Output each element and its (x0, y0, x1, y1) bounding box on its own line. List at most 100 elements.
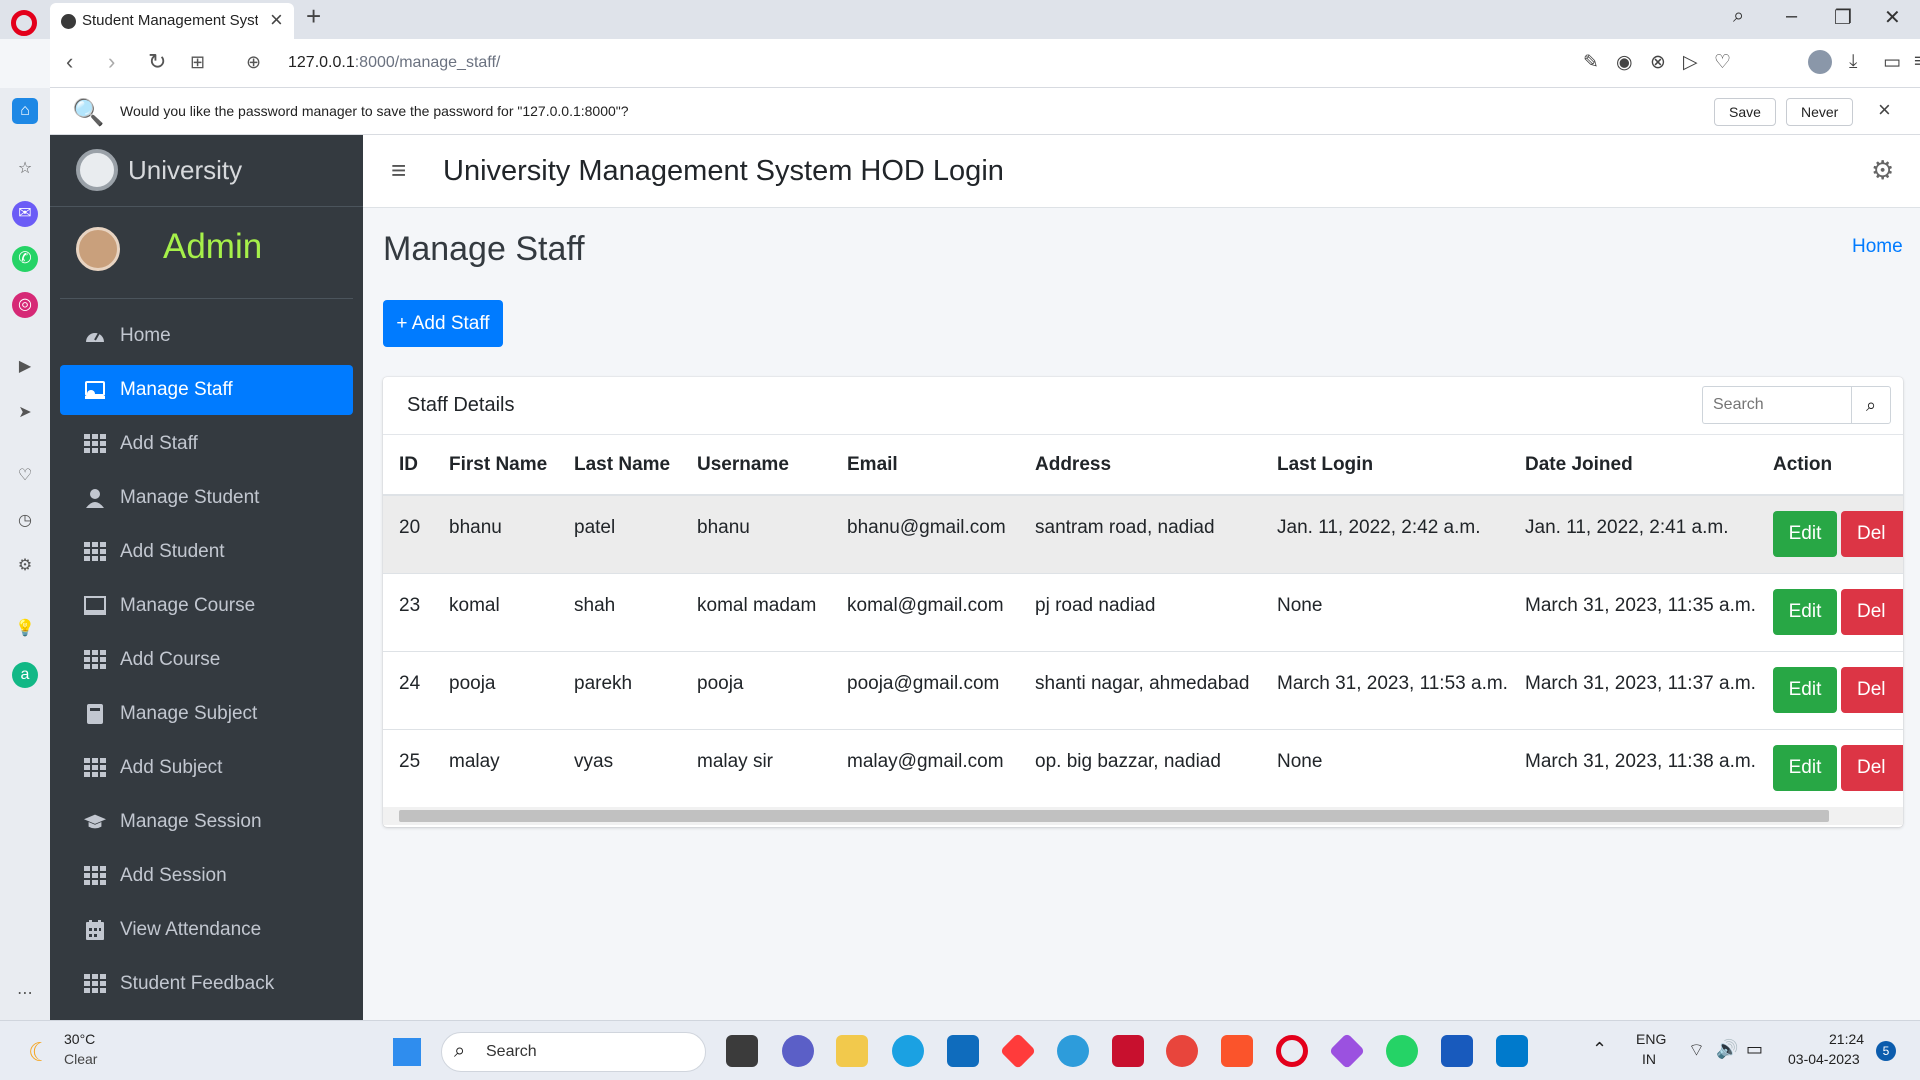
snapshot-edit-icon[interactable]: ✎ (1583, 51, 1599, 74)
delete-button[interactable]: Del (1841, 588, 1903, 635)
back-icon[interactable]: ‹ (66, 49, 73, 75)
chevron-up-icon[interactable]: ⌃ (1592, 1039, 1607, 1060)
sidebar-item-manage-session[interactable]: Manage Session (60, 797, 353, 847)
more-icon[interactable]: ⋯ (12, 981, 38, 1007)
clock-time[interactable]: 21:24 (1829, 1031, 1864, 1047)
settings-icon[interactable]: ⚙ (12, 553, 38, 579)
battery-saver-icon[interactable]: ▭ (1883, 51, 1901, 74)
chrome-icon[interactable] (1166, 1035, 1198, 1067)
sidebar-item-add-student[interactable]: Add Student (60, 527, 353, 577)
search-icon[interactable]: ⌕ (1851, 386, 1891, 424)
close-bar-icon[interactable]: × (1878, 97, 1891, 123)
camera-icon[interactable]: ◉ (1616, 51, 1633, 74)
bookmarks-heart-icon[interactable]: ♡ (12, 463, 38, 489)
tab-close-icon[interactable]: × (270, 7, 283, 33)
windows-start-icon[interactable] (393, 1038, 421, 1066)
heart-icon[interactable]: ♡ (1714, 51, 1731, 74)
task-view-icon[interactable] (726, 1035, 758, 1067)
scrollbar-thumb[interactable] (399, 810, 1829, 822)
send-icon[interactable]: ▷ (1683, 51, 1698, 74)
weather-moon-icon[interactable]: ☾ (28, 1037, 51, 1068)
minimize-icon[interactable]: – (1786, 5, 1797, 28)
delete-button[interactable]: Del (1841, 744, 1903, 791)
browser-tab[interactable]: Student Management Syste × (50, 3, 294, 39)
easy-setup-icon[interactable]: ≡ (1914, 51, 1920, 73)
player-icon[interactable]: ▶ (12, 354, 38, 380)
sidebar-item-student-feedback[interactable]: Student Feedback (60, 959, 353, 1009)
hamburger-menu-icon[interactable]: ≡ (391, 155, 406, 186)
word-icon[interactable] (1441, 1035, 1473, 1067)
url-field[interactable]: 127.0.0.1:8000/manage_staff/ (288, 54, 500, 72)
vscode-icon[interactable] (1496, 1035, 1528, 1067)
opera-taskbar-icon[interactable] (1276, 1035, 1308, 1067)
save-password-button[interactable]: Save (1714, 98, 1776, 126)
gear-icon[interactable]: ⚙ (1871, 155, 1894, 186)
python-icon[interactable] (1057, 1035, 1089, 1067)
close-window-icon[interactable]: ✕ (1884, 5, 1901, 30)
sidebar-item-manage-student[interactable]: Manage Student (60, 473, 353, 523)
adblock-icon[interactable]: ⊗ (1650, 51, 1666, 74)
sidebar-item-add-subject[interactable]: Add Subject (60, 743, 353, 793)
profile-icon[interactable] (1808, 50, 1832, 74)
add-staff-button[interactable]: + Add Staff (383, 300, 503, 347)
whatsapp-taskbar-icon[interactable] (1386, 1035, 1418, 1067)
sidebar-item-home[interactable]: Home (60, 311, 353, 361)
wifi-icon[interactable]: ⌔ (1688, 1039, 1705, 1062)
edge-icon[interactable] (892, 1035, 924, 1067)
tabs-grid-icon[interactable]: ⊞ (190, 52, 205, 73)
new-tab-icon[interactable]: + (306, 1, 321, 32)
app-diamond-icon[interactable] (999, 1032, 1037, 1070)
volume-icon[interactable]: 🔊 (1716, 1039, 1738, 1060)
forward-icon[interactable]: › (108, 49, 115, 75)
teams-chat-icon[interactable] (782, 1035, 814, 1067)
brand-link[interactable]: University (50, 135, 363, 207)
sidebar-item-add-course[interactable]: Add Course (60, 635, 353, 685)
taskbar-search[interactable]: ⌕ Search (441, 1032, 706, 1072)
sidebar-item-add-session[interactable]: Add Session (60, 851, 353, 901)
aria-icon[interactable]: a (12, 662, 38, 688)
language-indicator[interactable]: ENG (1636, 1031, 1666, 1047)
clock-date[interactable]: 03-04-2023 (1788, 1051, 1860, 1067)
tips-bulb-icon[interactable]: 💡 (12, 616, 38, 642)
sidebar-item-manage-staff[interactable]: Manage Staff (60, 365, 353, 415)
user-name[interactable]: Admin (163, 227, 262, 267)
restore-icon[interactable]: ❐ (1834, 5, 1852, 30)
speed-dial-star-icon[interactable]: ☆ (12, 156, 38, 182)
edit-button[interactable]: Edit (1773, 744, 1837, 791)
brave-icon[interactable] (1221, 1035, 1253, 1067)
mcafee-icon[interactable] (1112, 1035, 1144, 1067)
opera-logo-icon[interactable] (11, 10, 37, 36)
search-input[interactable] (1702, 386, 1851, 424)
delete-button[interactable]: Del (1841, 666, 1903, 713)
weather-temperature[interactable]: 30°C (64, 1031, 95, 1047)
reload-icon[interactable]: ↻ (148, 49, 166, 75)
home-icon[interactable]: ⌂ (12, 98, 38, 124)
history-icon[interactable]: ◷ (12, 508, 38, 534)
app-gem-icon[interactable] (1328, 1032, 1366, 1070)
never-save-button[interactable]: Never (1786, 98, 1854, 126)
weather-description[interactable]: Clear (64, 1051, 97, 1067)
file-explorer-icon[interactable] (836, 1035, 868, 1067)
region-indicator[interactable]: IN (1642, 1051, 1656, 1067)
breadcrumb-home-link[interactable]: Home (1852, 236, 1903, 258)
messenger-icon[interactable]: ✉ (12, 201, 38, 227)
whatsapp-icon[interactable]: ✆ (12, 246, 38, 272)
instagram-icon[interactable]: ◎ (12, 292, 38, 318)
delete-button[interactable]: Del (1841, 511, 1903, 557)
microsoft-store-icon[interactable] (947, 1035, 979, 1067)
search-tabs-icon[interactable]: ⌕ (1733, 5, 1744, 28)
sidebar-item-manage-course[interactable]: Manage Course (60, 581, 353, 631)
battery-icon[interactable]: ▭ (1746, 1039, 1763, 1060)
sidebar-item-manage-subject[interactable]: Manage Subject (60, 689, 353, 739)
flow-icon[interactable]: ➤ (12, 400, 38, 426)
sidebar-item-add-staff[interactable]: Add Staff (60, 419, 353, 469)
edit-button[interactable]: Edit (1773, 666, 1837, 713)
edit-button[interactable]: Edit (1773, 588, 1837, 635)
download-icon[interactable]: ⤓ (1849, 51, 1857, 73)
horizontal-scrollbar[interactable] (383, 807, 1903, 825)
edit-button[interactable]: Edit (1773, 511, 1837, 557)
site-info-icon[interactable]: ⊕ (246, 52, 261, 73)
sidebar-item-label: Manage Staff (120, 379, 233, 400)
sidebar-item-view-attendance[interactable]: View Attendance (60, 905, 353, 955)
notification-badge[interactable]: 5 (1876, 1041, 1896, 1061)
